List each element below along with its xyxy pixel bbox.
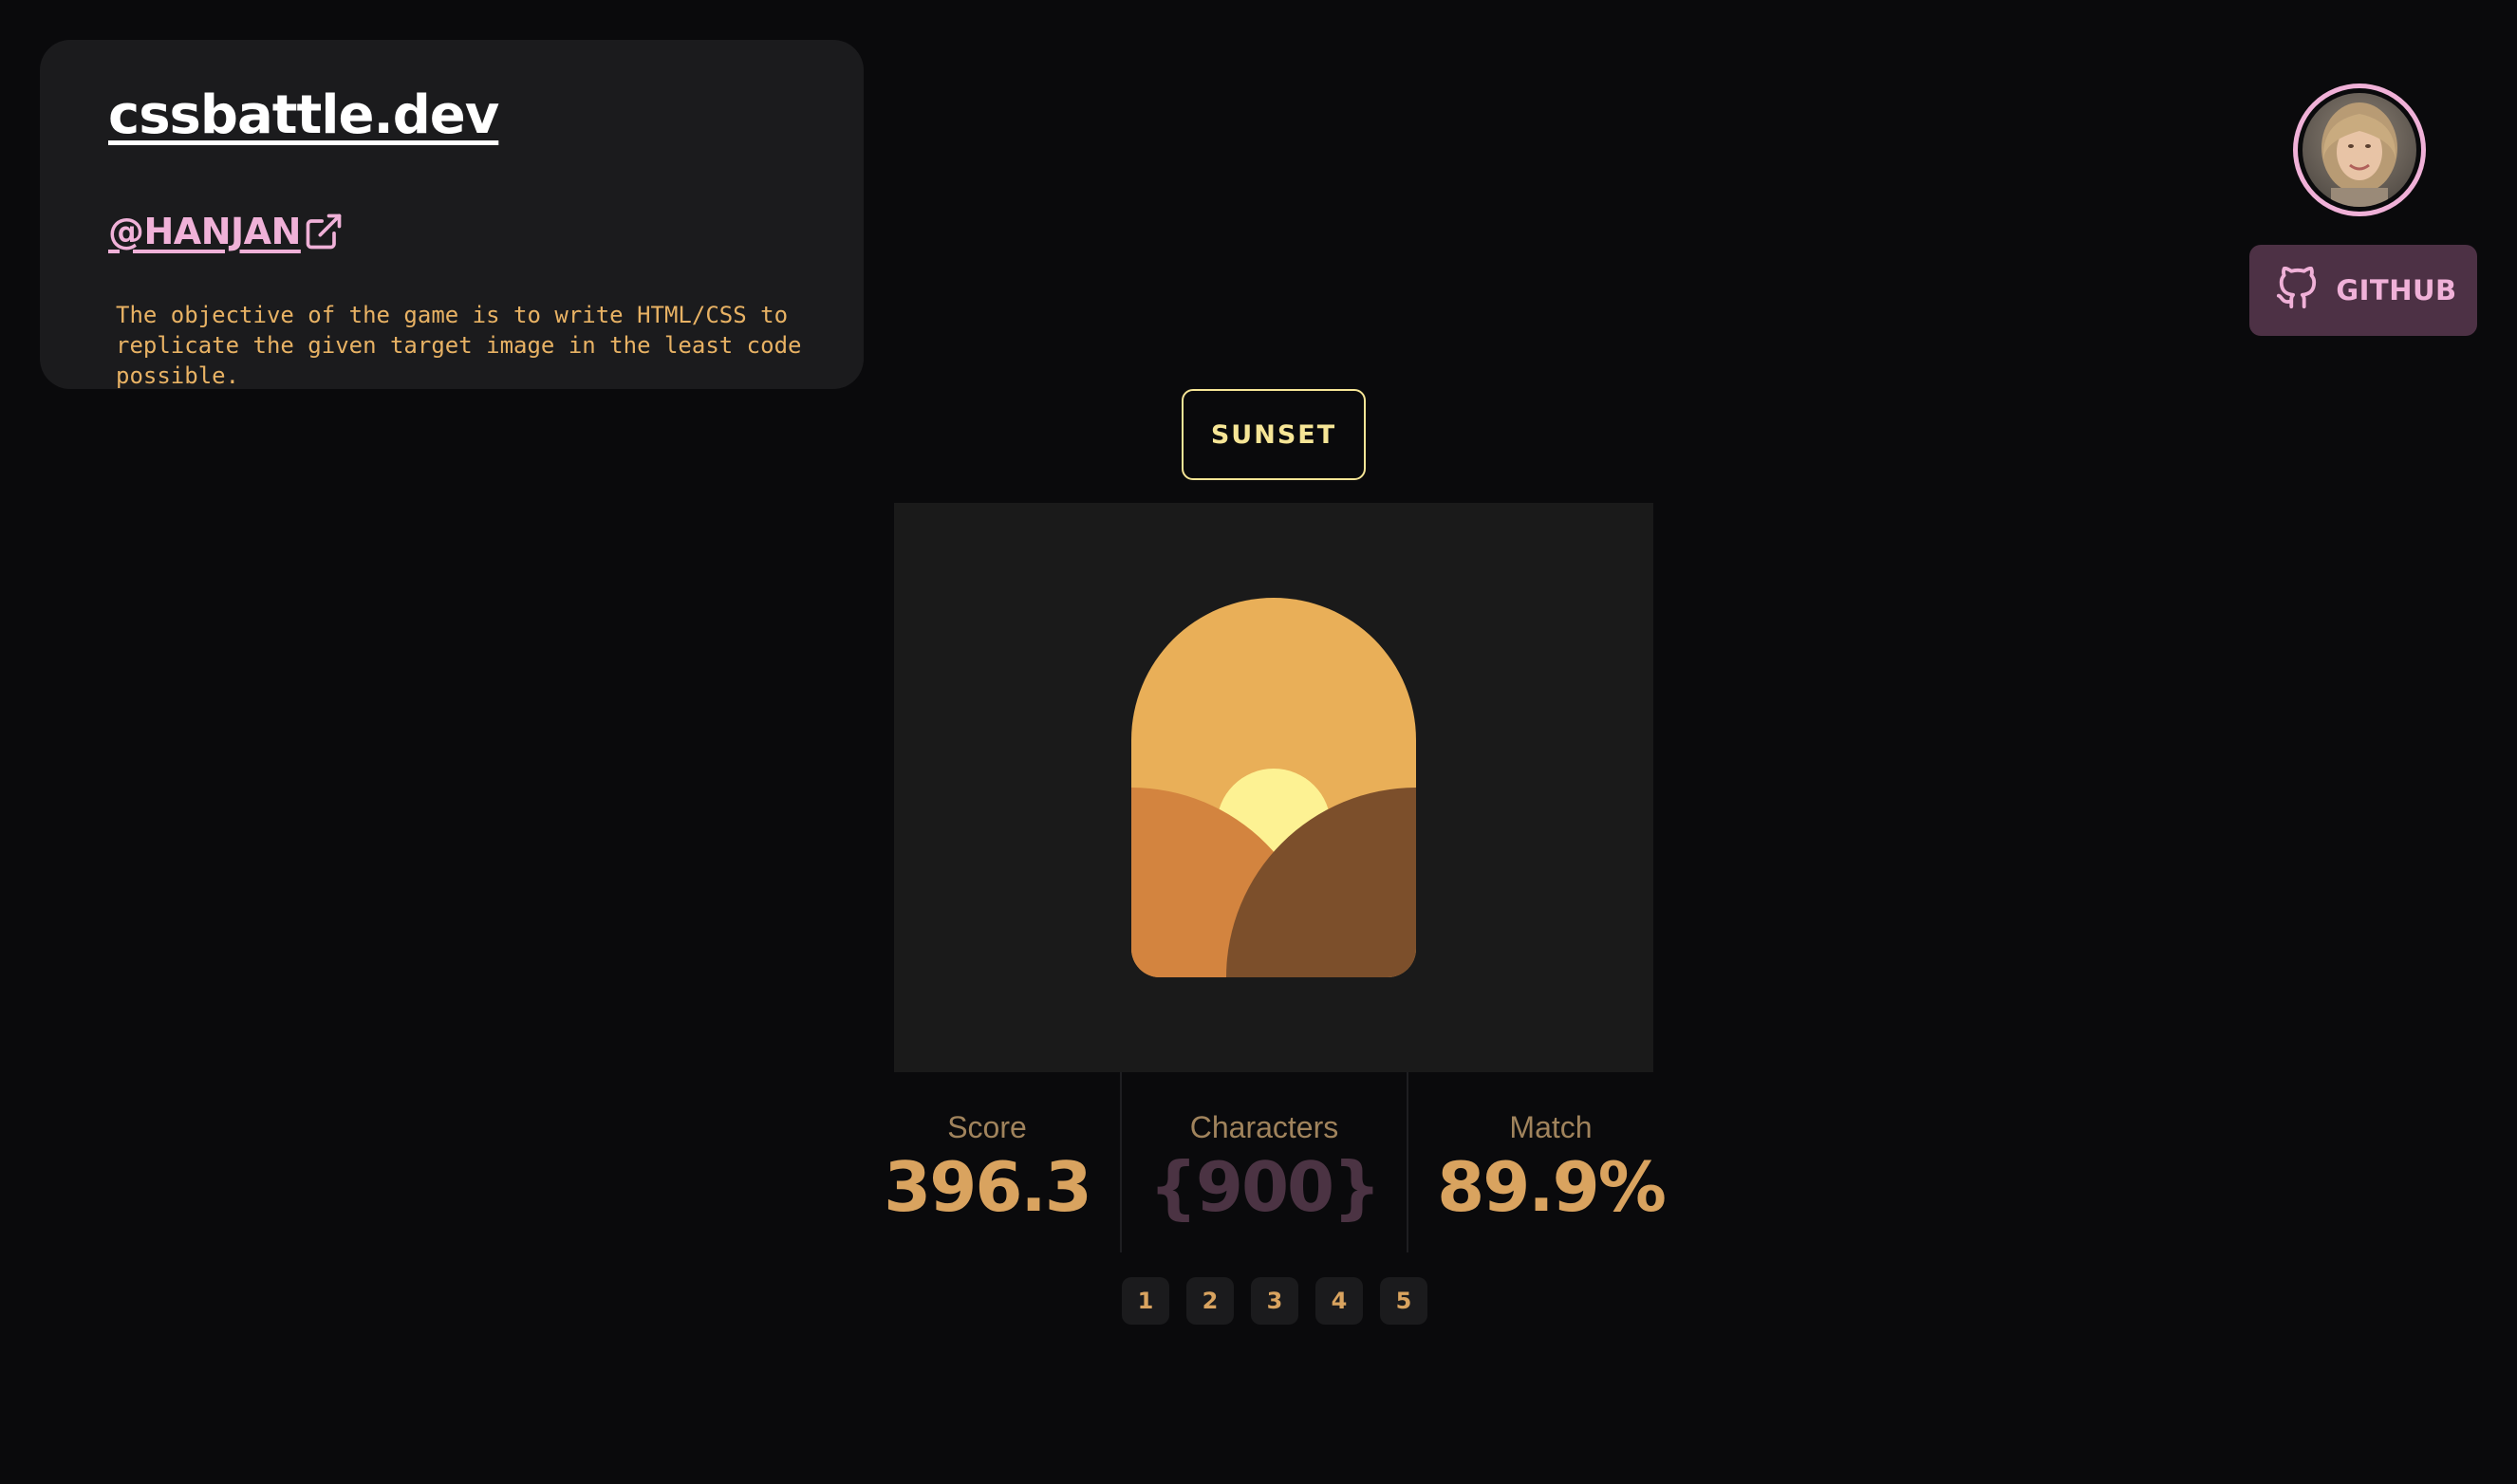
info-card: cssbattle.dev @HANJAN The objective of t… [40,40,864,389]
avatar[interactable] [2293,83,2426,216]
avatar-photo-icon [2303,93,2416,207]
github-icon [2275,266,2319,315]
game-description: The objective of the game is to write HT… [116,302,802,389]
stats-panel: Score 396.3 Characters {900} Match 89.9% [854,1072,1693,1252]
characters-value: {900} [1148,1147,1382,1227]
characters-label: Characters [1189,1110,1339,1144]
page-button-5[interactable]: 5 [1380,1277,1427,1325]
page-button-3[interactable]: 3 [1251,1277,1298,1325]
site-title-link[interactable]: cssbattle.dev [108,89,499,142]
match-label: Match [1509,1110,1593,1144]
page-button-2[interactable]: 2 [1186,1277,1234,1325]
score-stat: Score 396.3 [854,1072,1120,1252]
characters-stat: Characters {900} [1120,1072,1408,1252]
score-label: Score [947,1110,1027,1144]
match-value: 89.9% [1437,1147,1667,1227]
match-stat: Match 89.9% [1408,1072,1693,1252]
score-value: 396.3 [884,1147,1092,1227]
external-link-icon [303,211,345,252]
target-canvas [894,503,1653,1072]
page-button-1[interactable]: 1 [1122,1277,1169,1325]
pagination: 1 2 3 4 5 [1122,1277,1427,1325]
username-text: @HANJAN [108,211,301,252]
target-title-button[interactable]: SUNSET [1182,389,1366,480]
github-button[interactable]: GITHUB [2249,245,2477,336]
github-label: GITHUB [2336,274,2457,306]
username-link[interactable]: @HANJAN [108,211,345,252]
page-button-4[interactable]: 4 [1315,1277,1363,1325]
